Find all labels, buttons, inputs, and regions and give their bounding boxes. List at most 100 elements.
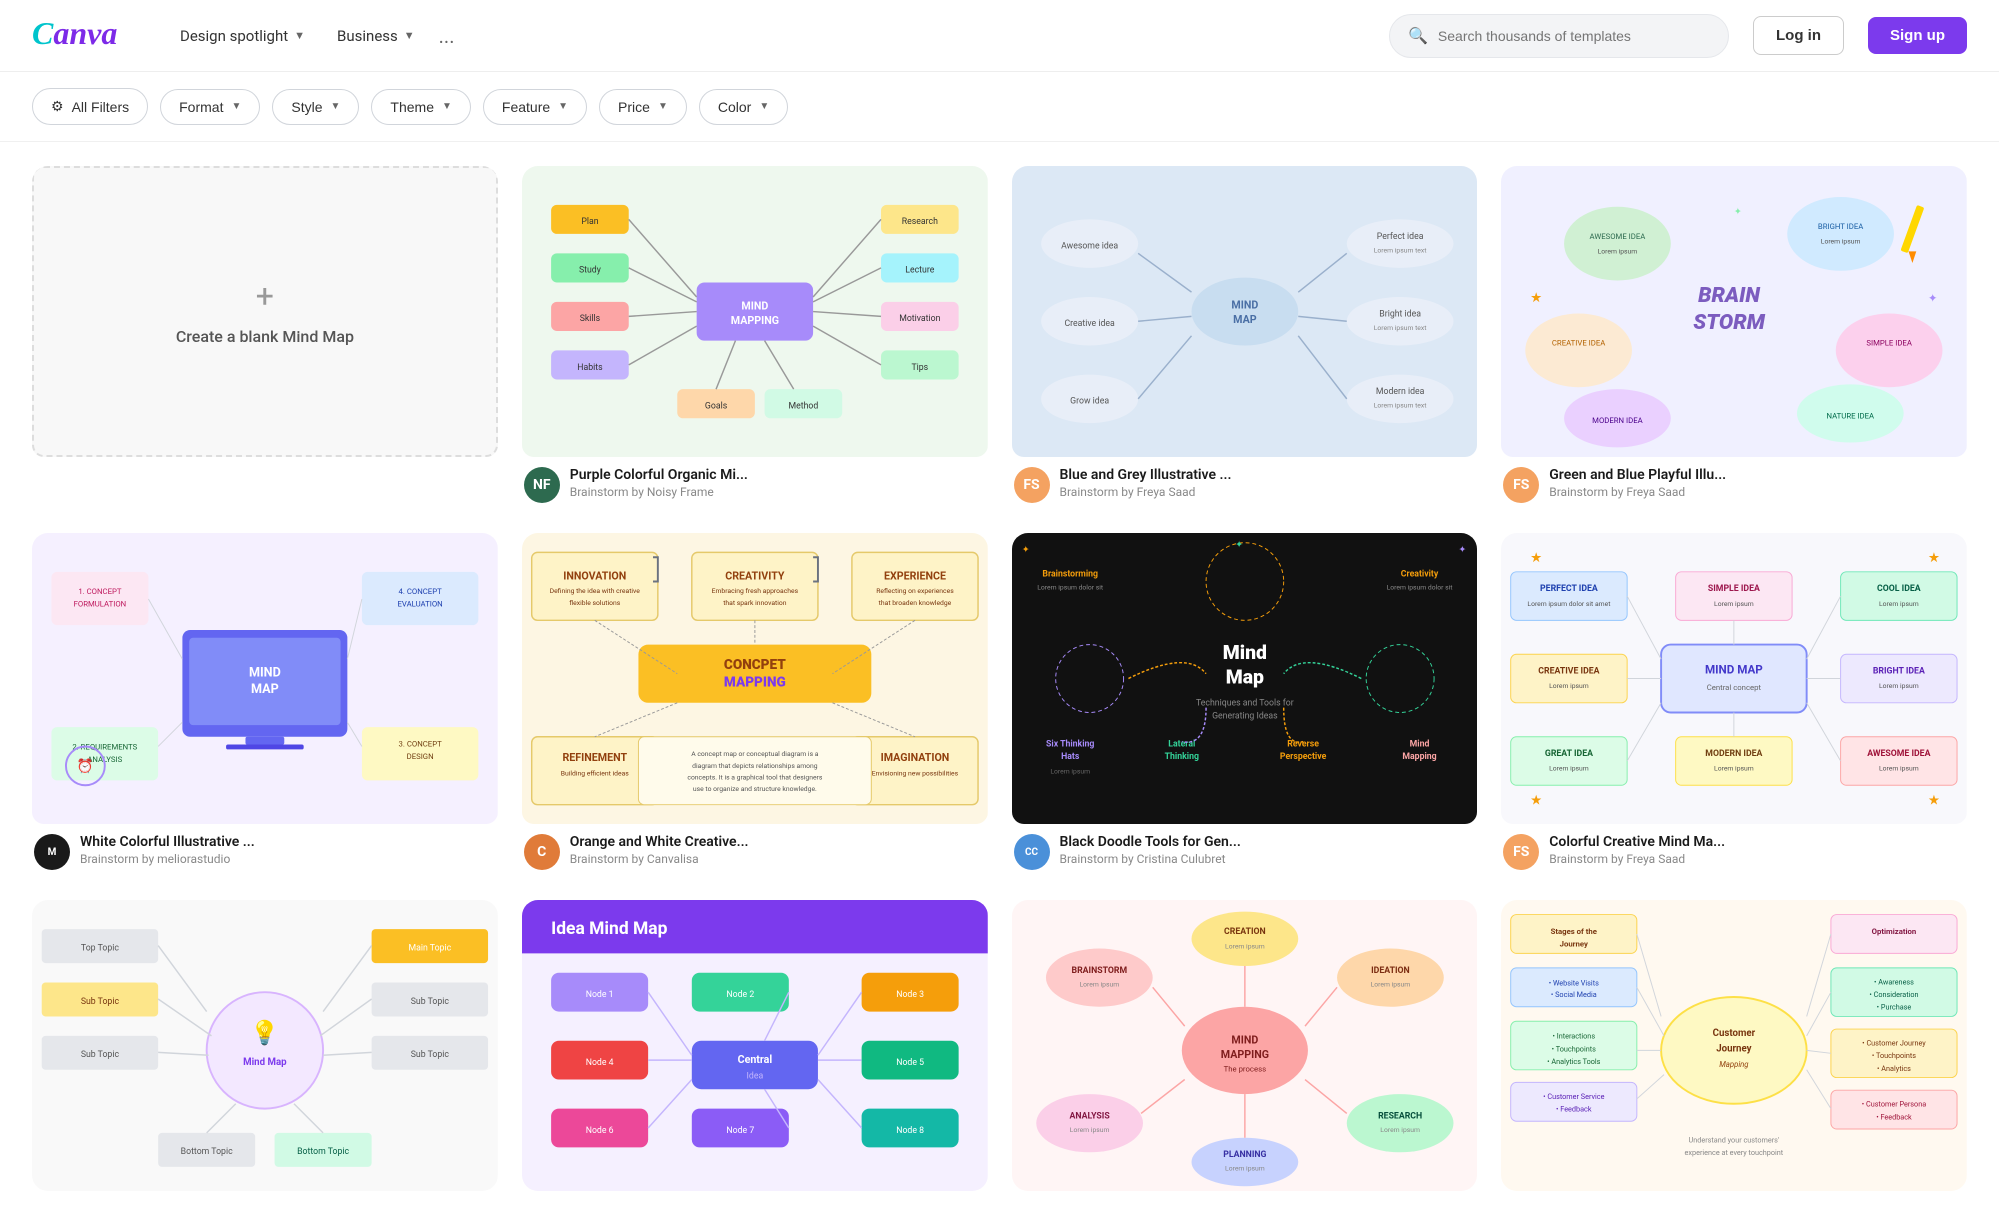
chevron-down-icon: ▼ bbox=[331, 101, 341, 112]
price-label: Price bbox=[618, 99, 650, 115]
nav-business[interactable]: Business ▼ bbox=[323, 19, 429, 53]
svg-text:concepts. It is a graphical to: concepts. It is a graphical tool that de… bbox=[687, 774, 822, 782]
template-card-mind-mapping-pink[interactable]: MIND MAPPING The process BRAINSTORM Lore… bbox=[1012, 900, 1478, 1191]
filter-bar: ⚙ All Filters Format ▼ Style ▼ Theme ▼ F… bbox=[0, 72, 1999, 142]
theme-label: Theme bbox=[390, 99, 434, 115]
template-card-idea-mind[interactable]: Idea Mind Map Node 1 Node 2 Node 3 Node … bbox=[522, 900, 988, 1191]
chevron-down-icon: ▼ bbox=[442, 101, 452, 112]
card-text: Black Doodle Tools for Gen... Brainstorm… bbox=[1060, 834, 1476, 866]
template-card-colorful-creative[interactable]: ★ ★ ★ ★ PERFECT IDEA Lorem ipsum dolor s… bbox=[1501, 533, 1967, 876]
color-filter-button[interactable]: Color ▼ bbox=[699, 89, 788, 125]
svg-text:✦: ✦ bbox=[1734, 207, 1742, 218]
card-thumbnail: INNOVATION Defining the idea with creati… bbox=[522, 533, 988, 824]
style-filter-button[interactable]: Style ▼ bbox=[272, 89, 359, 125]
main-nav: Design spotlight ▼ Business ▼ ... bbox=[166, 16, 460, 56]
card-info: C Orange and White Creative... Brainstor… bbox=[522, 824, 988, 876]
svg-text:IMAGINATION: IMAGINATION bbox=[880, 751, 949, 764]
svg-text:BRIGHT IDEA: BRIGHT IDEA bbox=[1873, 667, 1925, 677]
svg-text:MIND: MIND bbox=[249, 666, 281, 681]
svg-text:Lorem ipsum: Lorem ipsum bbox=[1714, 765, 1754, 773]
svg-text:• Awareness: • Awareness bbox=[1874, 978, 1914, 987]
feature-filter-button[interactable]: Feature ▼ bbox=[483, 89, 587, 125]
svg-text:Sub Topic: Sub Topic bbox=[81, 997, 120, 1007]
login-button[interactable]: Log in bbox=[1753, 16, 1844, 55]
svg-text:✦: ✦ bbox=[1235, 540, 1243, 551]
svg-text:Idea Mind Map: Idea Mind Map bbox=[551, 919, 667, 939]
svg-text:Perspective: Perspective bbox=[1279, 752, 1326, 762]
card-subtitle: Brainstorm by meliorastudio bbox=[80, 852, 496, 866]
template-card-black-doodle[interactable]: Mind Map Techniques and Tools for Genera… bbox=[1012, 533, 1478, 876]
svg-text:Lorem ipsum: Lorem ipsum bbox=[1225, 1165, 1265, 1173]
svg-text:Envisioning new possibilities: Envisioning new possibilities bbox=[872, 770, 959, 778]
format-filter-button[interactable]: Format ▼ bbox=[160, 89, 260, 125]
svg-text:BRAIN: BRAIN bbox=[1698, 283, 1760, 308]
svg-text:Optimization: Optimization bbox=[1872, 927, 1917, 936]
svg-text:RESEARCH: RESEARCH bbox=[1378, 1112, 1422, 1122]
nav-label: Business bbox=[337, 27, 398, 45]
signup-button[interactable]: Sign up bbox=[1868, 17, 1967, 54]
format-label: Format bbox=[179, 99, 223, 115]
card-info: CC Black Doodle Tools for Gen... Brainst… bbox=[1012, 824, 1478, 876]
template-card-customer-journey[interactable]: Stages of the Journey • Website Visits •… bbox=[1501, 900, 1967, 1191]
svg-text:Lorem ipsum: Lorem ipsum bbox=[1050, 768, 1090, 776]
svg-text:Sub Topic: Sub Topic bbox=[411, 1050, 450, 1060]
svg-text:NATURE IDEA: NATURE IDEA bbox=[1827, 411, 1875, 420]
template-card-brain-storm[interactable]: AWESOME IDEA Lorem ipsum BRIGHT IDEA Lor… bbox=[1501, 166, 1967, 509]
price-filter-button[interactable]: Price ▼ bbox=[599, 89, 687, 125]
avatar: M bbox=[34, 834, 70, 870]
svg-text:• Customer Journey: • Customer Journey bbox=[1862, 1039, 1926, 1048]
svg-text:• Interactions: • Interactions bbox=[1553, 1032, 1596, 1041]
svg-text:A concept map or conceptual di: A concept map or conceptual diagram is a bbox=[691, 750, 818, 758]
nav-more[interactable]: ... bbox=[433, 16, 461, 56]
svg-text:Embracing fresh approaches: Embracing fresh approaches bbox=[711, 587, 798, 595]
svg-text:Tips: Tips bbox=[911, 363, 928, 373]
svg-text:Lecture: Lecture bbox=[905, 266, 934, 276]
blank-card-thumb[interactable]: + Create a blank Mind Map bbox=[32, 166, 498, 457]
template-card-mind-map-simple[interactable]: Top Topic Sub Topic Sub Topic 💡 Mind Map… bbox=[32, 900, 498, 1191]
svg-text:Generating Ideas: Generating Ideas bbox=[1212, 711, 1278, 721]
svg-text:★: ★ bbox=[1928, 793, 1940, 809]
svg-text:★: ★ bbox=[1530, 793, 1542, 809]
svg-text:Lorem ipsum: Lorem ipsum bbox=[1549, 765, 1589, 773]
svg-text:FORMULATION: FORMULATION bbox=[74, 600, 127, 609]
svg-text:IDEATION: IDEATION bbox=[1371, 966, 1410, 976]
svg-text:Creativity: Creativity bbox=[1400, 570, 1438, 580]
nav-design-spotlight[interactable]: Design spotlight ▼ bbox=[166, 19, 319, 53]
template-card-purple-colorful[interactable]: MIND MAPPING Plan Study Skills Habits Re… bbox=[522, 166, 988, 509]
theme-filter-button[interactable]: Theme ▼ bbox=[371, 89, 470, 125]
canva-logo[interactable]: Canva bbox=[32, 12, 142, 60]
style-label: Style bbox=[291, 99, 322, 115]
svg-text:Central concept: Central concept bbox=[1707, 683, 1762, 692]
svg-text:Node 2: Node 2 bbox=[726, 990, 754, 1000]
all-filters-button[interactable]: ⚙ All Filters bbox=[32, 88, 148, 125]
svg-text:⏰: ⏰ bbox=[77, 758, 94, 775]
template-card-blue-grey[interactable]: MIND MAP Awesome idea Creative idea Grow… bbox=[1012, 166, 1478, 509]
template-card-orange-white[interactable]: INNOVATION Defining the idea with creati… bbox=[522, 533, 988, 876]
card-info: M White Colorful Illustrative ... Brains… bbox=[32, 824, 498, 876]
svg-text:SIMPLE IDEA: SIMPLE IDEA bbox=[1867, 339, 1913, 348]
svg-text:CREATIVITY: CREATIVITY bbox=[725, 570, 785, 583]
svg-text:Lorem ipsum: Lorem ipsum bbox=[1549, 682, 1589, 690]
card-thumbnail: Mind Map Techniques and Tools for Genera… bbox=[1012, 533, 1478, 824]
card-title: Purple Colorful Organic Mi... bbox=[570, 467, 986, 483]
svg-text:PLANNING: PLANNING bbox=[1223, 1150, 1266, 1160]
card-info: FS Colorful Creative Mind Ma... Brainsto… bbox=[1501, 824, 1967, 876]
card-subtitle: Brainstorm by Cristina Culubret bbox=[1060, 852, 1476, 866]
svg-text:MODERN IDEA: MODERN IDEA bbox=[1706, 749, 1763, 759]
svg-text:use to organize and structure: use to organize and structure knowledge. bbox=[693, 785, 817, 793]
card-thumbnail: ★ ★ ★ ★ PERFECT IDEA Lorem ipsum dolor s… bbox=[1501, 533, 1967, 824]
svg-text:• Social Media: • Social Media bbox=[1551, 990, 1597, 999]
search-input[interactable] bbox=[1438, 28, 1710, 44]
card-title: White Colorful Illustrative ... bbox=[80, 834, 496, 850]
svg-text:Customer: Customer bbox=[1713, 1028, 1756, 1039]
svg-text:INNOVATION: INNOVATION bbox=[563, 570, 626, 583]
svg-text:Lorem ipsum dolor sit: Lorem ipsum dolor sit bbox=[1037, 583, 1103, 591]
svg-text:Top Topic: Top Topic bbox=[81, 944, 119, 954]
blank-mind-map-card[interactable]: + Create a blank Mind Map bbox=[32, 166, 498, 509]
svg-text:Lorem ipsum text: Lorem ipsum text bbox=[1373, 324, 1426, 332]
svg-text:Lorem ipsum: Lorem ipsum bbox=[1714, 600, 1754, 608]
svg-text:Mind: Mind bbox=[1222, 641, 1266, 664]
template-card-white-colorful[interactable]: MIND MAP 1. CONCEPT FORMULATION 4. CONCE… bbox=[32, 533, 498, 876]
svg-text:that broaden knowledge: that broaden knowledge bbox=[878, 599, 951, 607]
svg-text:REFINEMENT: REFINEMENT bbox=[562, 751, 627, 764]
